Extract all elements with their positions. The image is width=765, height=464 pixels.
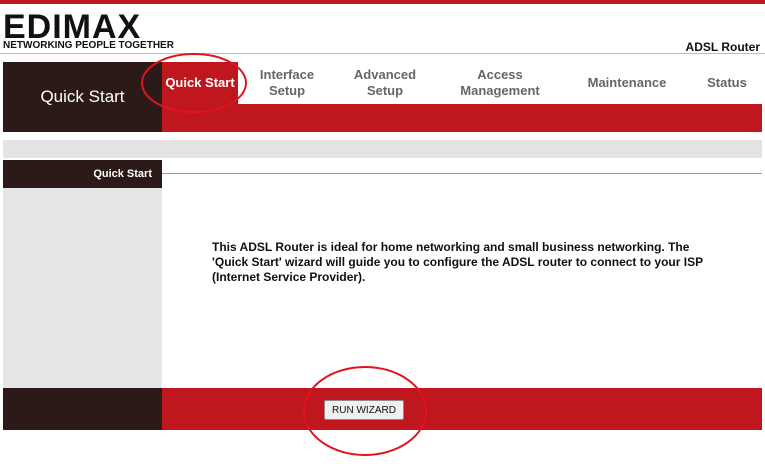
tab-status[interactable]: Status [698, 62, 756, 104]
header-divider [0, 53, 765, 54]
tab-access-management[interactable]: Access Management [450, 62, 550, 104]
product-name: ADSL Router [685, 40, 760, 54]
tab-maintenance[interactable]: Maintenance [578, 62, 676, 104]
sidebar-panel [3, 188, 162, 388]
footer-bar [162, 388, 762, 430]
tab-advanced-setup[interactable]: Advanced Setup [345, 62, 425, 104]
brand-tagline: NETWORKING PEOPLE TOGETHER [3, 40, 174, 51]
tab-interface-setup[interactable]: Interface Setup [248, 62, 326, 104]
nav-section-title: Quick Start [3, 62, 162, 132]
annotation-circle-quick-start [141, 53, 247, 113]
quick-start-description: This ADSL Router is ideal for home netwo… [212, 240, 703, 284]
heading-rule [162, 173, 762, 174]
content-top-band [3, 140, 762, 158]
edimax-logo: EDIMAX [3, 8, 142, 46]
nav-subbar [162, 104, 762, 132]
sidebar-heading: Quick Start [3, 160, 162, 188]
annotation-circle-run-wizard [303, 366, 427, 456]
top-accent-line [0, 0, 765, 4]
footer-left-block [3, 388, 162, 430]
